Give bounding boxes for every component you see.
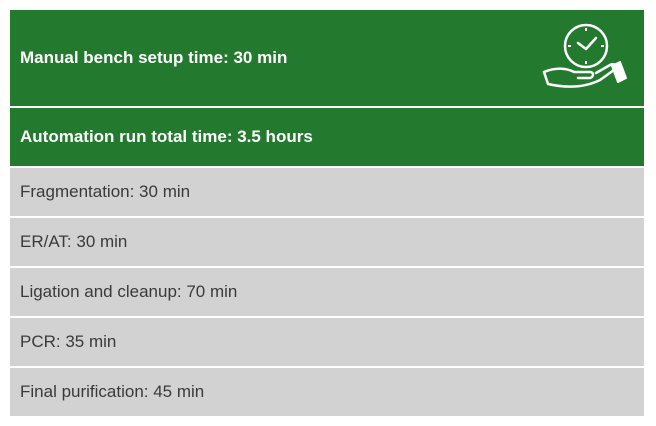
step-label: Fragmentation: 30 min (20, 182, 191, 201)
step-row-er-at: ER/AT: 30 min (10, 218, 644, 266)
clock-in-hand-icon (538, 22, 630, 94)
setup-time-label: Manual bench setup time: 30 min (20, 48, 288, 67)
step-label: Final purification: 45 min (20, 382, 205, 401)
run-time-label: Automation run total time: 3.5 hours (20, 127, 313, 146)
step-row-fragmentation: Fragmentation: 30 min (10, 168, 644, 216)
step-label: ER/AT: 30 min (20, 232, 128, 251)
step-row-pcr: PCR: 35 min (10, 318, 644, 366)
workflow-time-table: Manual bench setup time: 30 min Automati… (10, 10, 644, 417)
step-row-ligation: Ligation and cleanup: 70 min (10, 268, 644, 316)
run-time-header: Automation run total time: 3.5 hours (10, 108, 644, 166)
setup-time-header: Manual bench setup time: 30 min (10, 10, 644, 106)
step-row-final-purification: Final purification: 45 min (10, 368, 644, 416)
step-label: Ligation and cleanup: 70 min (20, 282, 238, 301)
step-label: PCR: 35 min (20, 332, 117, 351)
